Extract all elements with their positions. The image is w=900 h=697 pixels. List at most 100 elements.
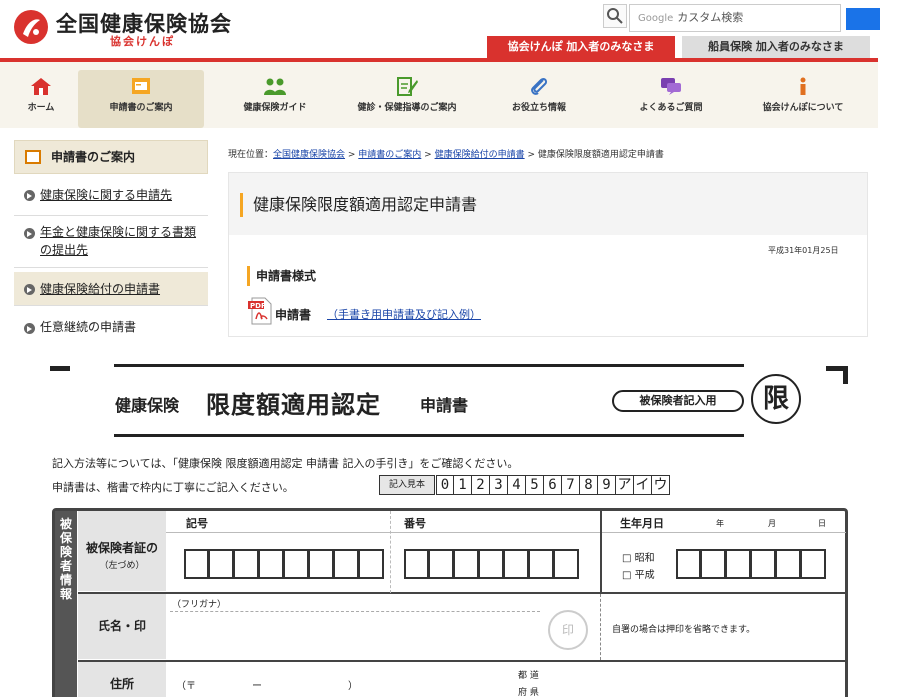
side-label: 被保険者情報 [55, 511, 77, 697]
arrow-circle-icon [24, 323, 35, 334]
postal-close: ） [348, 681, 358, 692]
postal-open: （〒 [176, 681, 196, 692]
breadcrumb-current: 健康保険限度額適用認定申請書 [537, 150, 664, 160]
seal-circle: 印 [548, 610, 588, 650]
search-input[interactable]: Google カスタム検索 [629, 4, 841, 32]
info-icon [800, 77, 806, 95]
nav-home[interactable]: ホーム [10, 70, 72, 128]
card-row-label: 被保険者証の （左づめ） [78, 511, 166, 591]
tab-seamen-members[interactable]: 船員保険 加入者のみなさま [682, 36, 870, 58]
breadcrumb-link-benefits[interactable]: 健康保険給付の申請書 [435, 150, 525, 160]
sidebar-item-label: 年金と健康保険に関する書類の提出先 [40, 225, 197, 257]
seal-note: 自署の場合は押印を省略できます。 [612, 625, 756, 635]
sample-char: 4 [508, 475, 526, 495]
paperclip-icon [531, 77, 548, 95]
stamp-circle: 限 [751, 374, 801, 424]
sidebar-item-label: 健康保険給付の申請書 [40, 282, 161, 296]
prefecture-line2: 府 県 [518, 688, 539, 697]
sidebar-heading-label: 申請書のご案内 [51, 150, 136, 164]
search-placeholder: カスタム検索 [677, 11, 744, 24]
nav-forms[interactable]: 申請書のご案内 [78, 70, 204, 128]
breadcrumb-link-top[interactable]: 全国健康保険協会 [273, 150, 345, 160]
postal-dash: ー [252, 681, 262, 692]
nav-useful-label: お役立ち情報 [511, 103, 566, 113]
nav-guide-label: 健康保険ガイド [243, 103, 307, 113]
insured-badge: 被保険者記入用 [612, 390, 744, 412]
sidebar-item-application-office[interactable]: 健康保険に関する申請先 [14, 180, 208, 216]
form-title-prefix: 健康保険 [115, 396, 180, 415]
birth-month: 月 [768, 519, 776, 528]
sidebar-item-voluntary[interactable]: 任意継続の申請書 [14, 312, 208, 338]
form-rule-top [114, 364, 744, 367]
section-heading: 申請書様式 [247, 266, 316, 286]
instruction-text: 記入方法等については、「健康保険 限度額適用認定 申請書 記入の手引き」をご確認… [52, 457, 519, 470]
search-submit-button[interactable] [846, 8, 880, 30]
card-row-line1: 被保険者証の [85, 541, 158, 555]
nav-checkup-label: 健診・保健指導のご案内 [357, 103, 457, 113]
breadcrumb-sep: > [524, 150, 538, 160]
pdf-label[interactable]: 申請書 [275, 306, 311, 323]
sample-char: 0 [436, 475, 454, 495]
home-icon [31, 78, 51, 95]
kigou-boxes[interactable] [184, 549, 384, 579]
divider [600, 511, 602, 593]
birth-year: 年 [716, 519, 724, 528]
furigana-label: （フリガナ） [172, 600, 227, 610]
sample-char: 1 [454, 475, 472, 495]
logo-icon[interactable] [14, 10, 48, 44]
arrow-circle-icon [24, 228, 35, 239]
sidebar-item-pension[interactable]: 年金と健康保険に関する書類の提出先 [14, 220, 208, 268]
sample-char: 9 [598, 475, 616, 495]
search-icon[interactable] [603, 4, 627, 28]
birth-boxes[interactable] [676, 549, 826, 579]
nav-faq-label: よくあるご質問 [639, 103, 703, 113]
prefecture-line1: 都 道 [518, 671, 539, 681]
sample-char: イ [634, 475, 652, 495]
breadcrumb: 現在位置：全国健康保険協会 > 申請書のご案内 > 健康保険給付の申請書 > 健… [228, 147, 664, 160]
divider [78, 660, 846, 662]
form-title-main: 限度額適用認定 [206, 391, 381, 419]
furigana-line [170, 611, 540, 612]
arrow-circle-icon [24, 190, 35, 201]
form-icon [25, 150, 41, 164]
nav-guide[interactable]: 健康保険ガイド [212, 70, 338, 128]
era-showa[interactable]: □ 昭和 [622, 549, 655, 564]
breadcrumb-link-forms[interactable]: 申請書のご案内 [358, 150, 421, 160]
page-title: 健康保険限度額適用認定申請書 [240, 193, 477, 217]
sidebar-heading: 申請書のご案内 [14, 140, 208, 174]
sidebar-item-benefits[interactable]: 健康保険給付の申請書 [14, 272, 208, 306]
chat-icon [661, 78, 681, 95]
col-kigou: 記号 [186, 517, 208, 530]
sidebar-item-label: 健康保険に関する申請先 [40, 188, 173, 202]
tab-kyokai-members[interactable]: 協会けんぽ 加入者のみなさま [487, 36, 675, 58]
nav-useful[interactable]: お役立ち情報 [476, 70, 602, 128]
era-heisei[interactable]: □ 平成 [622, 566, 655, 581]
pdf-icon[interactable]: PDF [248, 297, 272, 325]
breadcrumb-sep: > [345, 150, 359, 160]
divider [602, 532, 846, 533]
sample-char: 8 [580, 475, 598, 495]
sample-char: 2 [472, 475, 490, 495]
divider [166, 532, 600, 533]
pdf-link[interactable]: （手書き用申請書及び記入例） [327, 306, 481, 322]
arrow-circle-icon [24, 284, 35, 295]
sidebar-item-label: 任意継続の申請書 [40, 320, 137, 334]
sample-char: 3 [490, 475, 508, 495]
page-date: 平成31年01月25日 [768, 246, 839, 255]
form-rule-bottom [114, 434, 744, 437]
nav-checkup[interactable]: 健診・保健指導のご案内 [344, 70, 470, 128]
nav-about[interactable]: 協会けんぽについて [740, 70, 866, 128]
sample-char: ア [616, 475, 634, 495]
google-label: Google [638, 13, 674, 24]
bangou-boxes[interactable] [404, 549, 579, 579]
sample-char: 5 [526, 475, 544, 495]
divider [600, 594, 601, 660]
crop-mark [843, 366, 848, 384]
divider [78, 592, 846, 594]
sample-boxes: 0123456789アイウ [436, 475, 670, 495]
form-icon [132, 78, 150, 94]
name-row-label: 氏名・印 [78, 593, 166, 659]
col-birth: 生年月日 [620, 517, 664, 530]
nav-faq[interactable]: よくあるご質問 [608, 70, 734, 128]
nav-forms-label: 申請書のご案内 [109, 103, 173, 113]
